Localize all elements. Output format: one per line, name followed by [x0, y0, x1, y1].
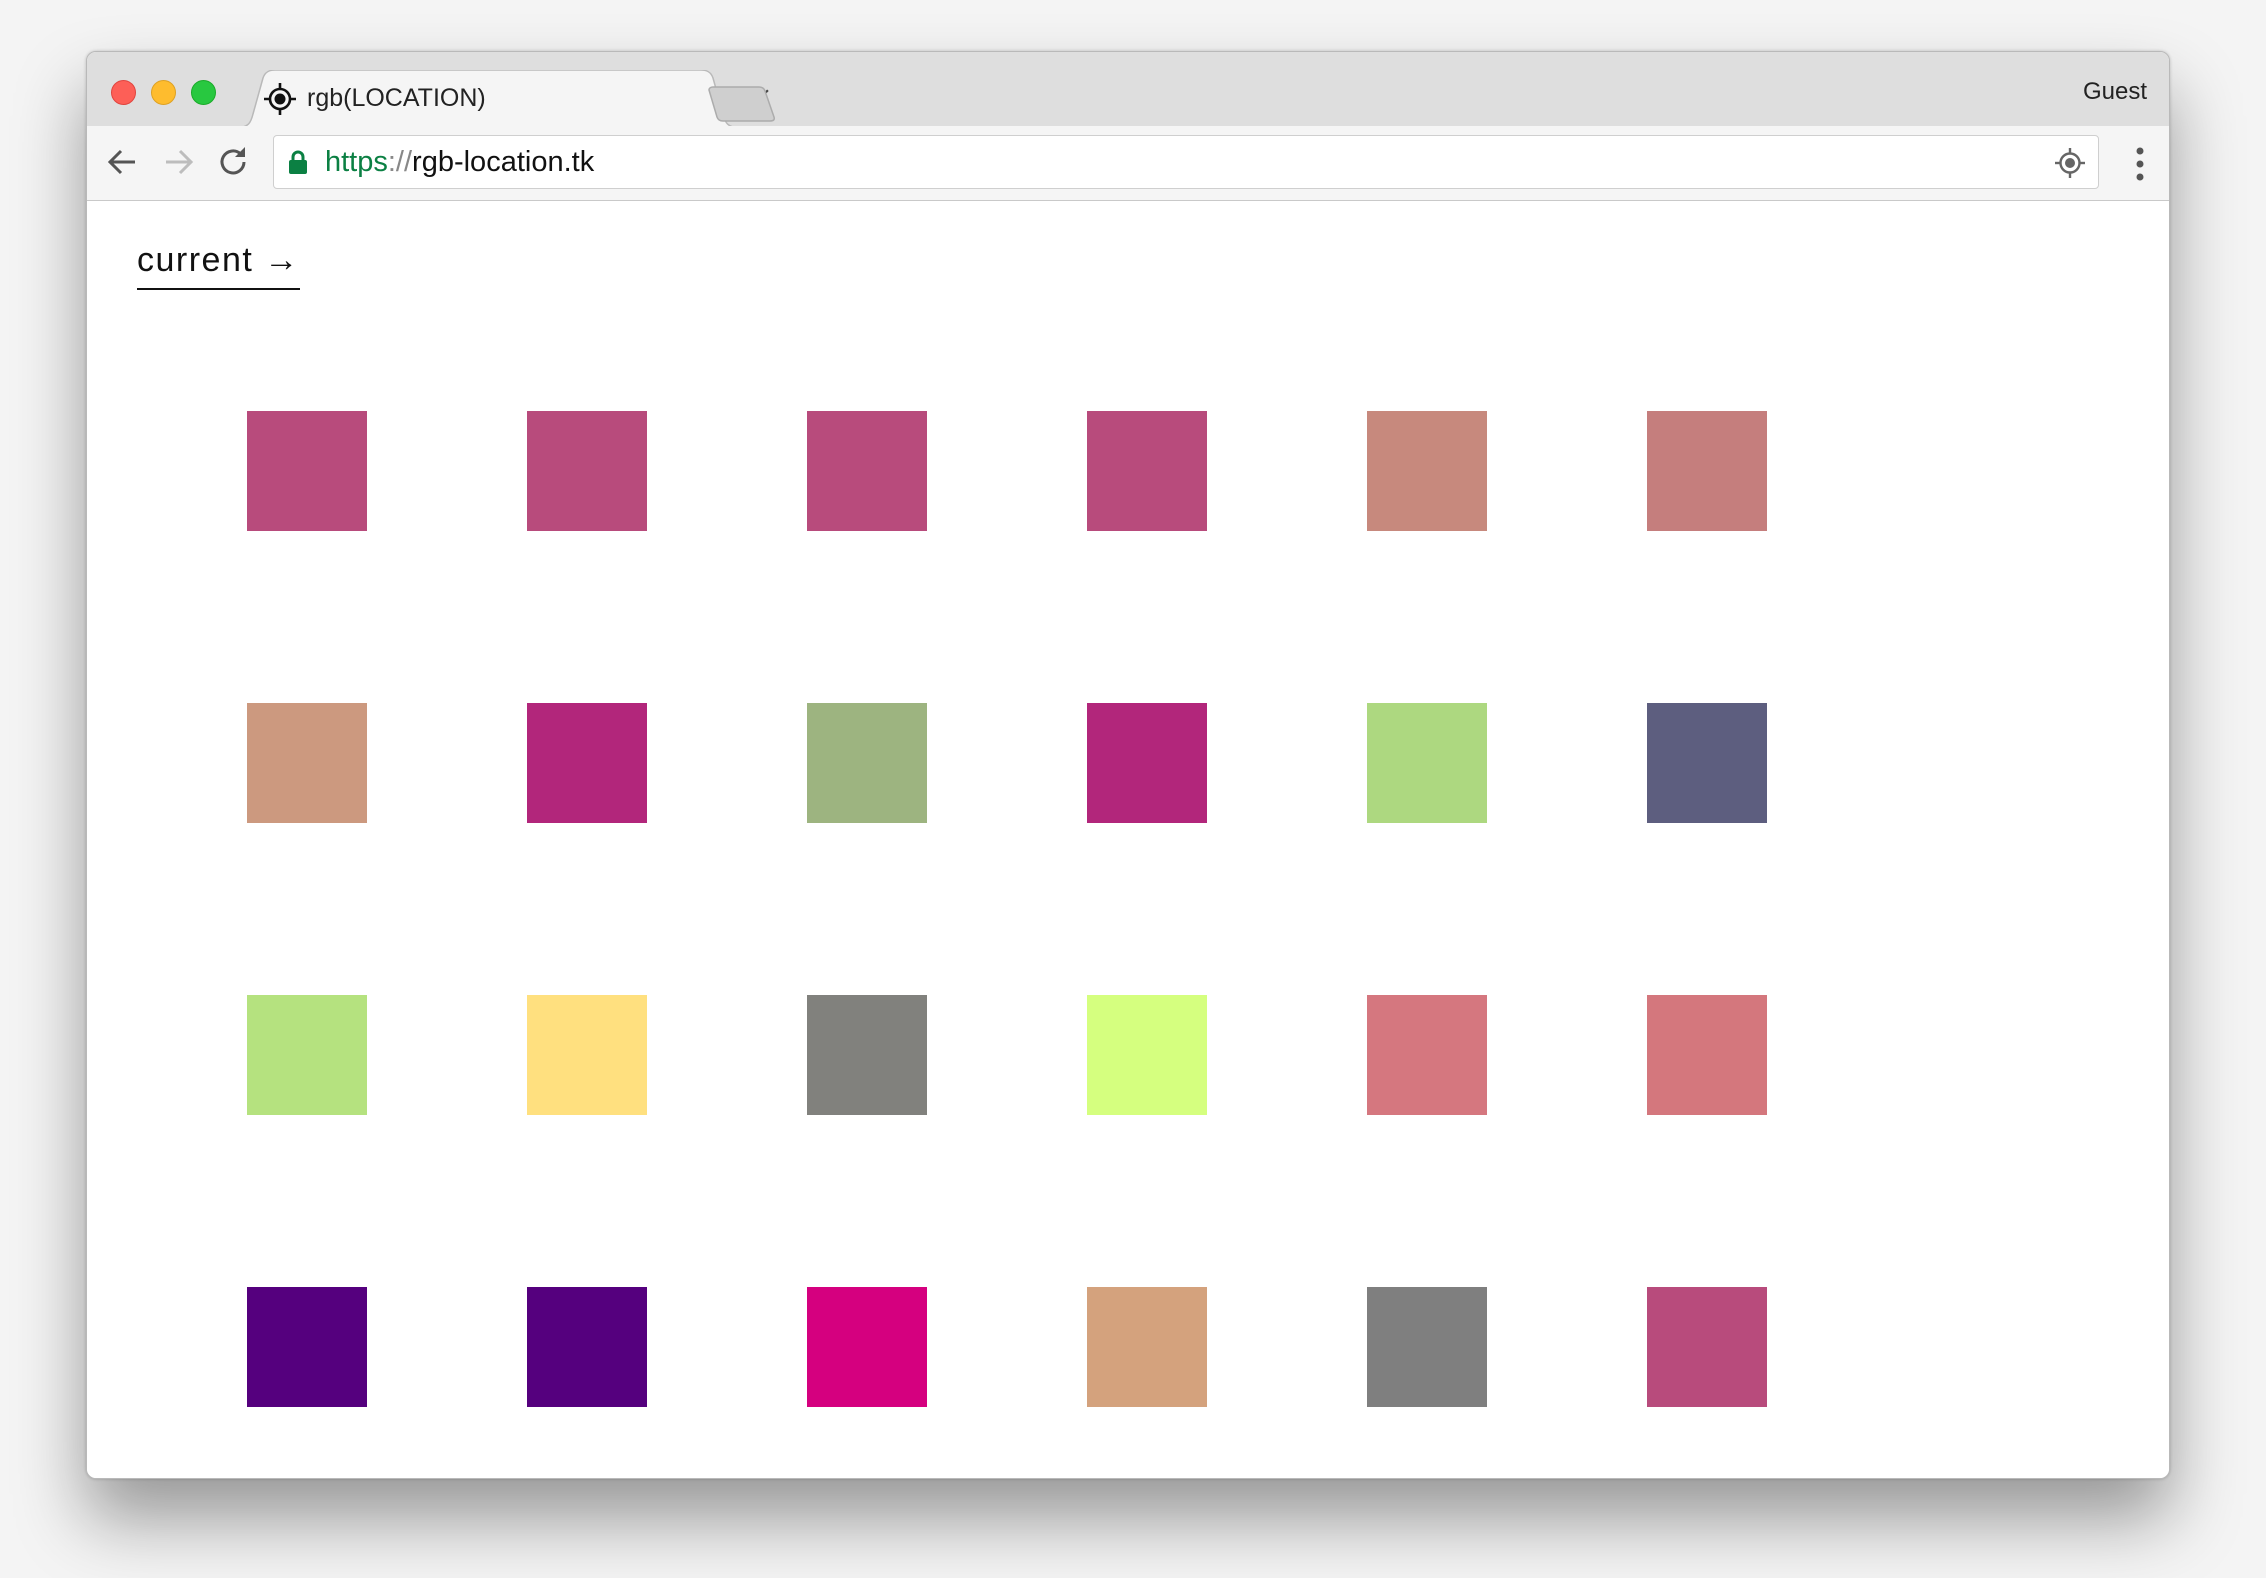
color-swatch: [1367, 411, 1487, 531]
profile-label[interactable]: Guest: [2083, 78, 2147, 106]
lock-icon: [289, 150, 307, 174]
tab-title: rgb(LOCATION): [307, 84, 486, 112]
url-scheme: https: [325, 146, 388, 178]
close-window-button[interactable]: [111, 80, 136, 105]
browser-window: rgb(LOCATION) × Guest https://rgb-locati…: [86, 51, 2170, 1479]
location-target-icon[interactable]: [2054, 147, 2086, 179]
color-swatch: [1367, 703, 1487, 823]
color-swatch: [527, 411, 647, 531]
location-target-icon: [264, 83, 296, 115]
tab-active[interactable]: rgb(LOCATION) ×: [235, 70, 771, 128]
color-swatch: [807, 1287, 927, 1407]
new-tab-button[interactable]: [707, 86, 777, 122]
color-swatch: [1367, 995, 1487, 1115]
current-link[interactable]: current →: [137, 241, 300, 290]
browser-toolbar: https://rgb-location.tk: [87, 126, 2169, 201]
reload-icon[interactable]: [213, 142, 253, 182]
minimize-window-button[interactable]: [151, 80, 176, 105]
color-swatch: [1087, 703, 1207, 823]
color-swatch: [807, 411, 927, 531]
title-bar: rgb(LOCATION) × Guest: [87, 52, 2169, 128]
url-separator: ://: [387, 146, 413, 178]
color-swatch: [1647, 411, 1767, 531]
forward-arrow-icon[interactable]: [158, 142, 198, 182]
color-swatch: [527, 1287, 647, 1407]
color-swatch: [807, 703, 927, 823]
address-bar[interactable]: https://rgb-location.tk: [273, 135, 2099, 189]
color-swatch: [247, 411, 367, 531]
color-swatch: [807, 995, 927, 1115]
color-swatch: [527, 995, 647, 1115]
page-content: current →: [87, 201, 2169, 1478]
back-arrow-icon[interactable]: [103, 142, 143, 182]
url-text: https://rgb-location.tk: [325, 146, 594, 179]
color-swatch: [247, 1287, 367, 1407]
color-swatch: [1647, 1287, 1767, 1407]
color-swatch: [1087, 995, 1207, 1115]
color-swatch: [1087, 411, 1207, 531]
color-swatch: [247, 995, 367, 1115]
color-swatch: [1647, 995, 1767, 1115]
color-swatch: [1087, 1287, 1207, 1407]
menu-kebab-icon[interactable]: [2135, 146, 2145, 182]
color-swatch: [247, 703, 367, 823]
color-swatch: [1647, 703, 1767, 823]
url-host: rgb-location.tk: [412, 146, 595, 178]
color-swatch: [527, 703, 647, 823]
zoom-window-button[interactable]: [191, 80, 216, 105]
color-swatch: [1367, 1287, 1487, 1407]
